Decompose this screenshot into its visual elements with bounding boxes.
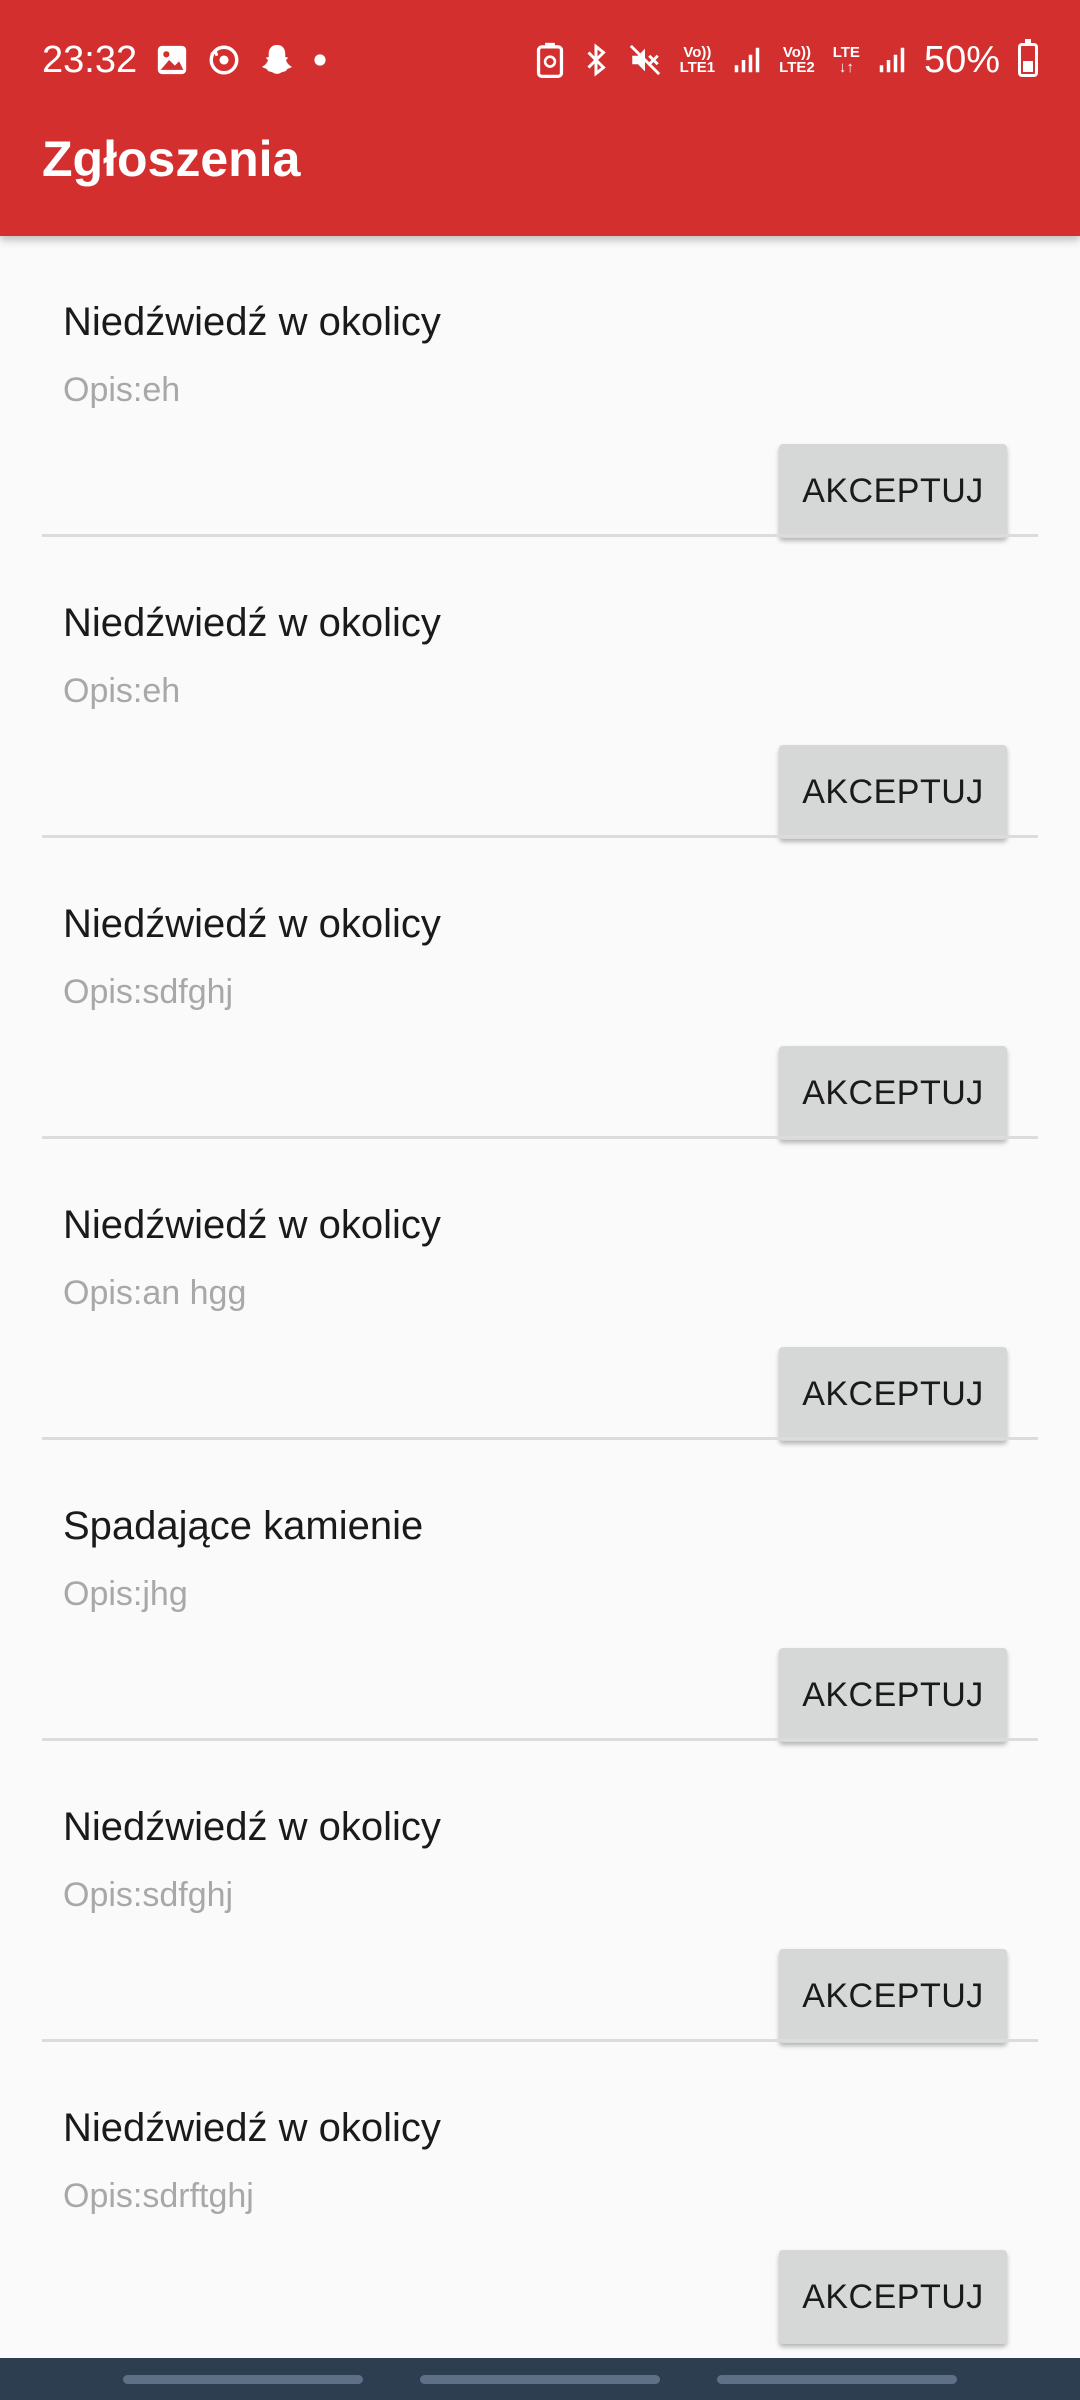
report-item: Niedźwiedź w okolicy Opis:sdfghj AKCEPTUJ: [0, 838, 1080, 1140]
signal-icon: [878, 45, 906, 75]
bluetooth-icon: [582, 42, 610, 78]
report-item: Niedźwiedź w okolicy Opis:sdfghj AKCEPTUJ: [0, 1741, 1080, 2043]
report-title: Niedźwiedź w okolicy: [63, 1805, 441, 1849]
status-time: 23:32: [42, 38, 138, 81]
report-item: Spadające kamienie Opis:jhg AKCEPTUJ: [0, 1440, 1080, 1742]
accept-button[interactable]: AKCEPTUJ: [779, 1949, 1007, 2043]
accept-button[interactable]: AKCEPTUJ: [779, 2250, 1007, 2344]
report-item: Niedźwiedź w okolicy Opis:sdrftghj AKCEPTU…: [0, 2042, 1080, 2344]
report-title: Niedźwiedź w okolicy: [63, 601, 441, 645]
accept-button[interactable]: AKCEPTUJ: [779, 1046, 1007, 1140]
gallery-icon: [155, 43, 189, 77]
status-bar: 23:32 Vo)) LTE1 Vo)) LTE2 LTE ↓↑ 50%: [0, 0, 1080, 120]
page-title: Zgłoszenia: [42, 131, 301, 187]
report-description: Opis:an hgg: [63, 1274, 247, 1312]
report-description: Opis:sdfghj: [63, 1876, 234, 1914]
sim2-volte-icon: Vo)) LTE2: [779, 44, 815, 76]
accept-button[interactable]: AKCEPTUJ: [779, 745, 1007, 839]
report-description: Opis:eh: [63, 371, 181, 409]
report-list[interactable]: Niedźwiedź w okolicy Opis:eh AKCEPTUJ Niedź…: [0, 236, 1080, 2344]
snapchat-icon: [259, 42, 295, 78]
sync-icon: [207, 43, 241, 77]
accept-button[interactable]: AKCEPTUJ: [779, 444, 1007, 538]
app-bar: 23:32 Vo)) LTE1 Vo)) LTE2 LTE ↓↑ 50% Zgł…: [0, 0, 1080, 236]
lte-icon: LTE ↓↑: [832, 44, 860, 76]
report-title: Niedźwiedź w okolicy: [63, 902, 441, 946]
report-description: Opis:sdrftghj: [63, 2177, 254, 2215]
sim1-volte-icon: Vo)) LTE1: [679, 44, 716, 76]
signal-icon: [733, 45, 761, 75]
navigation-bar: [0, 2358, 1080, 2400]
report-item: Niedźwiedź w okolicy Opis:eh AKCEPTUJ: [0, 236, 1080, 538]
report-description: Opis:sdfghj: [63, 973, 234, 1011]
report-item: Niedźwiedź w okolicy Opis:an hgg AKCEPTUJ: [0, 1139, 1080, 1441]
battery-percent: 50%: [923, 38, 1000, 81]
nav-recent-handle[interactable]: [123, 2374, 364, 2384]
report-title: Spadające kamienie: [63, 1504, 424, 1548]
battery-icon: [1018, 39, 1038, 77]
report-description: Opis:jhg: [63, 1575, 188, 1613]
report-description: Opis:eh: [63, 672, 181, 710]
report-title: Niedźwiedź w okolicy: [63, 1203, 441, 1247]
accept-button[interactable]: AKCEPTUJ: [779, 1347, 1007, 1441]
report-title: Niedźwiedź w okolicy: [63, 2106, 441, 2150]
mute-icon: [628, 43, 662, 77]
report-title: Niedźwiedź w okolicy: [63, 300, 441, 344]
accept-button[interactable]: AKCEPTUJ: [779, 1648, 1007, 1742]
battery-saver-icon: [536, 42, 564, 78]
nav-home-handle[interactable]: [419, 2374, 660, 2384]
nav-back-handle[interactable]: [716, 2374, 957, 2384]
report-item: Niedźwiedź w okolicy Opis:eh AKCEPTUJ: [0, 537, 1080, 839]
dot-icon: [313, 53, 327, 67]
